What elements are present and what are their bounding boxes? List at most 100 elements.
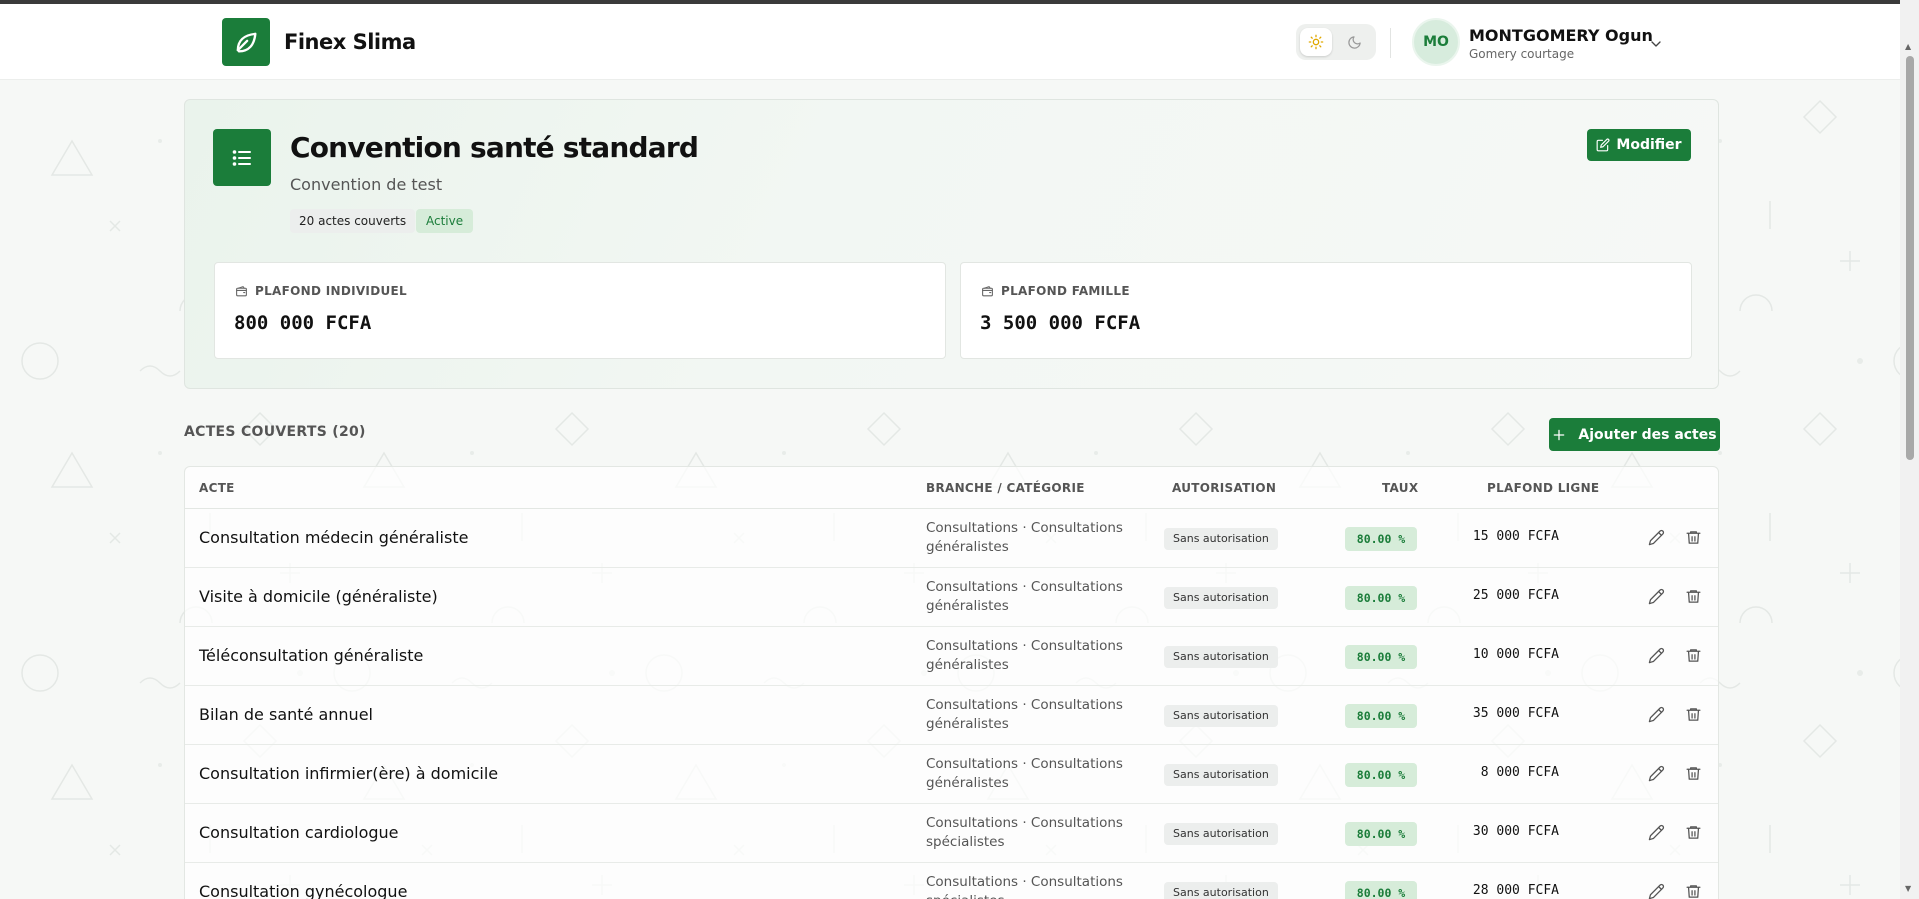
trash-icon xyxy=(1686,708,1701,721)
autorisation-badge: Sans autorisation xyxy=(1164,646,1278,668)
autorisation-badge: Sans autorisation xyxy=(1164,764,1278,786)
scroll-up-arrow[interactable]: ▲ xyxy=(1905,42,1911,51)
sun-icon xyxy=(1308,34,1324,50)
edit-row-button[interactable] xyxy=(1648,765,1665,786)
table-row[interactable]: Bilan de santé annuel Consultations · Co… xyxy=(185,686,1718,745)
leaf-icon xyxy=(236,32,257,53)
autorisation-badge: Sans autorisation xyxy=(1164,705,1278,727)
trash-icon xyxy=(1686,885,1701,898)
header-divider xyxy=(1390,28,1391,58)
plafond-ligne-value: 25 000 FCFA xyxy=(1472,588,1559,603)
autorisation-badge: Sans autorisation xyxy=(1164,587,1278,609)
wallet-icon xyxy=(982,286,993,297)
actes-table: ACTE BRANCHE / CATÉGORIE AUTORISATION TA… xyxy=(184,466,1719,899)
chevron-down-icon xyxy=(1651,41,1661,47)
page-subtitle: Convention de test xyxy=(290,175,443,194)
theme-dark-button[interactable] xyxy=(1338,28,1370,56)
convention-icon-box xyxy=(213,129,271,186)
modify-button[interactable]: Modifier xyxy=(1587,129,1691,161)
app-logo[interactable] xyxy=(222,18,270,66)
column-header-autorisation[interactable]: AUTORISATION xyxy=(1172,481,1276,495)
delete-row-button[interactable] xyxy=(1685,588,1702,609)
plafond-ligne-value: 35 000 FCFA xyxy=(1472,706,1559,721)
acte-name: Consultation gynécologue xyxy=(199,882,408,899)
pencil-icon xyxy=(1648,824,1665,841)
avatar[interactable]: MO xyxy=(1412,18,1460,66)
trash-icon xyxy=(1686,590,1701,603)
plus-icon xyxy=(1554,429,1565,440)
delete-row-button[interactable] xyxy=(1685,883,1702,899)
acte-branche: Consultations · Consultations spécialist… xyxy=(926,815,1123,850)
convention-card: Convention santé standard Convention de … xyxy=(184,99,1719,389)
delete-row-button[interactable] xyxy=(1685,824,1702,845)
table-row[interactable]: Visite à domicile (généraliste) Consulta… xyxy=(185,568,1718,627)
taux-badge: 80.00 % xyxy=(1345,704,1417,728)
autorisation-badge: Sans autorisation xyxy=(1164,882,1278,899)
add-actes-button-label: Ajouter des actes xyxy=(1578,426,1717,443)
edit-icon xyxy=(1597,138,1610,152)
table-row[interactable]: Consultation gynécologue Consultations ·… xyxy=(185,863,1718,899)
taux-badge: 80.00 % xyxy=(1345,763,1417,787)
scrollbar-thumb[interactable] xyxy=(1906,56,1914,460)
theme-toggle[interactable] xyxy=(1296,24,1376,60)
delete-row-button[interactable] xyxy=(1685,529,1702,550)
theme-light-button[interactable] xyxy=(1300,28,1332,56)
app-header: Finex Slima MO MONTGOMERY Ogun Gomery co… xyxy=(0,4,1900,80)
table-row[interactable]: Consultation cardiologue Consultations ·… xyxy=(185,804,1718,863)
actes-count-badge: 20 actes couverts xyxy=(290,209,416,233)
trash-icon xyxy=(1686,531,1701,544)
autorisation-badge: Sans autorisation xyxy=(1164,528,1278,550)
pencil-icon xyxy=(1648,588,1665,605)
status-badge: Active xyxy=(416,209,474,233)
column-header-plafond[interactable]: PLAFOND LIGNE xyxy=(1487,481,1599,495)
edit-row-button[interactable] xyxy=(1648,647,1665,668)
acte-branche: Consultations · Consultations généralist… xyxy=(926,579,1123,614)
page-scrollbar[interactable]: ▲ ▼ xyxy=(1900,0,1919,899)
trash-icon xyxy=(1686,826,1701,839)
pencil-icon xyxy=(1648,883,1665,899)
acte-branche: Consultations · Consultations généralist… xyxy=(926,520,1123,555)
acte-name: Consultation cardiologue xyxy=(199,823,399,842)
scroll-down-arrow[interactable]: ▼ xyxy=(1905,884,1911,893)
column-header-branche[interactable]: BRANCHE / CATÉGORIE xyxy=(926,481,1085,495)
table-row[interactable]: Consultation infirmier(ère) à domicile C… xyxy=(185,745,1718,804)
user-name[interactable]: MONTGOMERY Ogun xyxy=(1469,26,1653,45)
edit-row-button[interactable] xyxy=(1648,588,1665,609)
user-menu-button[interactable] xyxy=(1648,36,1664,56)
edit-row-button[interactable] xyxy=(1648,824,1665,845)
trash-icon xyxy=(1686,649,1701,662)
user-organization: Gomery courtage xyxy=(1469,47,1575,61)
delete-row-button[interactable] xyxy=(1685,647,1702,668)
wallet-icon xyxy=(236,286,247,297)
pencil-icon xyxy=(1648,706,1665,723)
pencil-icon xyxy=(1648,647,1665,664)
column-header-taux[interactable]: TAUX xyxy=(1382,481,1418,495)
edit-row-button[interactable] xyxy=(1648,883,1665,899)
actes-section-title: ACTES COUVERTS (20) xyxy=(184,424,366,440)
app-name[interactable]: Finex Slima xyxy=(284,30,416,54)
acte-name: Visite à domicile (généraliste) xyxy=(199,587,438,606)
plafond-individuel-value: 800 000 FCFA xyxy=(234,312,372,334)
acte-name: Bilan de santé annuel xyxy=(199,705,373,724)
trash-icon xyxy=(1686,767,1701,780)
acte-name: Consultation médecin généraliste xyxy=(199,528,469,547)
delete-row-button[interactable] xyxy=(1685,765,1702,786)
plafond-famille-label: PLAFOND FAMILLE xyxy=(1001,284,1130,298)
table-header: ACTE BRANCHE / CATÉGORIE AUTORISATION TA… xyxy=(185,467,1718,509)
page-title: Convention santé standard xyxy=(290,131,699,164)
acte-branche: Consultations · Consultations généralist… xyxy=(926,697,1123,732)
list-icon xyxy=(232,149,251,166)
delete-row-button[interactable] xyxy=(1685,706,1702,727)
column-header-acte[interactable]: ACTE xyxy=(199,481,235,495)
autorisation-badge: Sans autorisation xyxy=(1164,823,1278,845)
acte-name: Consultation infirmier(ère) à domicile xyxy=(199,764,499,783)
table-row[interactable]: Consultation médecin généraliste Consult… xyxy=(185,509,1718,568)
table-row[interactable]: Téléconsultation généraliste Consultatio… xyxy=(185,627,1718,686)
add-actes-button[interactable]: Ajouter des actes xyxy=(1549,418,1720,451)
taux-badge: 80.00 % xyxy=(1345,645,1417,669)
taux-badge: 80.00 % xyxy=(1345,586,1417,610)
edit-row-button[interactable] xyxy=(1648,529,1665,550)
acte-branche: Consultations · Consultations généralist… xyxy=(926,638,1123,673)
taux-badge: 80.00 % xyxy=(1345,822,1417,846)
edit-row-button[interactable] xyxy=(1648,706,1665,727)
